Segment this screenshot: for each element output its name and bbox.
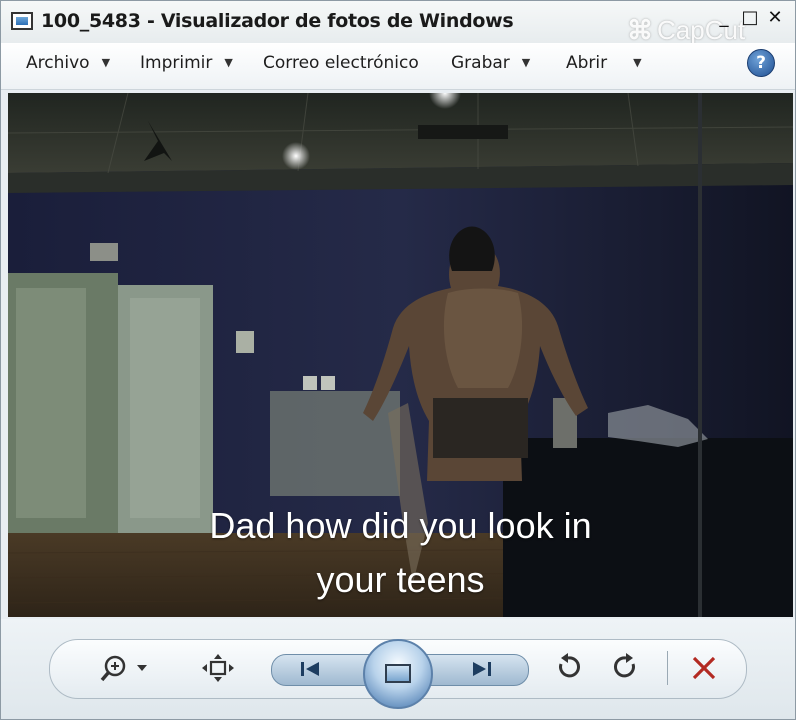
menu-imprimir[interactable]: Imprimir ▼ — [140, 53, 233, 77]
menu-label: Abrir — [566, 53, 608, 73]
capcut-logo-icon: ⌘ — [627, 15, 653, 45]
fit-window-button[interactable] — [201, 653, 235, 683]
menu-bar: Archivo ▼ Imprimir ▼ Correo electrónico Gr… — [1, 43, 795, 90]
rotate-clockwise-icon — [614, 653, 635, 678]
chevron-down-icon: ▼ — [101, 56, 111, 69]
photo-display[interactable]: Dad how did you look in your teens — [8, 93, 793, 617]
menu-grabar[interactable]: Grabar ▼ — [451, 53, 530, 77]
zoom-icon — [100, 655, 147, 682]
rotate-left-button[interactable] — [553, 652, 583, 682]
maximize-button[interactable]: □ — [739, 7, 761, 29]
delete-button[interactable] — [689, 653, 719, 683]
window-title: 100_5483 - Visualizador de fotos de Wind… — [41, 10, 514, 32]
chevron-down-icon: ▼ — [521, 56, 531, 69]
caption-line-1: Dad how did you look in — [209, 505, 592, 546]
menu-abrir[interactable]: Abrir ▼ — [566, 53, 642, 77]
fit-window-icon — [202, 654, 234, 682]
delete-icon — [692, 656, 716, 680]
minimize-button[interactable]: _ — [713, 7, 735, 29]
bottom-toolbar — [1, 619, 795, 719]
caption-line-2: your teens — [316, 559, 485, 600]
toolbar-separator — [667, 651, 668, 685]
slideshow-button[interactable] — [363, 639, 433, 709]
menu-correo[interactable]: Correo electrónico — [263, 53, 419, 77]
navigation-group — [271, 639, 529, 709]
slideshow-icon — [385, 664, 411, 683]
menu-label: Grabar — [451, 53, 510, 73]
chevron-down-icon: ▼ — [633, 56, 642, 69]
next-icon — [473, 662, 491, 676]
menu-label: Archivo — [26, 53, 90, 73]
menu-archivo[interactable]: Archivo ▼ — [26, 53, 110, 77]
next-button[interactable] — [467, 659, 497, 684]
chevron-down-icon: ▼ — [224, 56, 233, 69]
previous-icon — [301, 662, 319, 676]
rotate-right-button[interactable] — [611, 652, 641, 682]
app-icon — [11, 12, 33, 30]
rotate-counterclockwise-icon — [559, 653, 580, 678]
photo-viewer-window: 100_5483 - Visualizador de fotos de Wind… — [0, 0, 796, 720]
zoom-button[interactable] — [99, 653, 155, 683]
menu-label: Imprimir — [140, 53, 213, 73]
help-icon[interactable]: ? — [747, 49, 775, 77]
close-button[interactable]: ✕ — [764, 7, 786, 29]
previous-button[interactable] — [295, 659, 325, 684]
title-bar[interactable]: 100_5483 - Visualizador de fotos de Wind… — [1, 1, 795, 45]
menu-label: Correo electrónico — [263, 53, 419, 73]
